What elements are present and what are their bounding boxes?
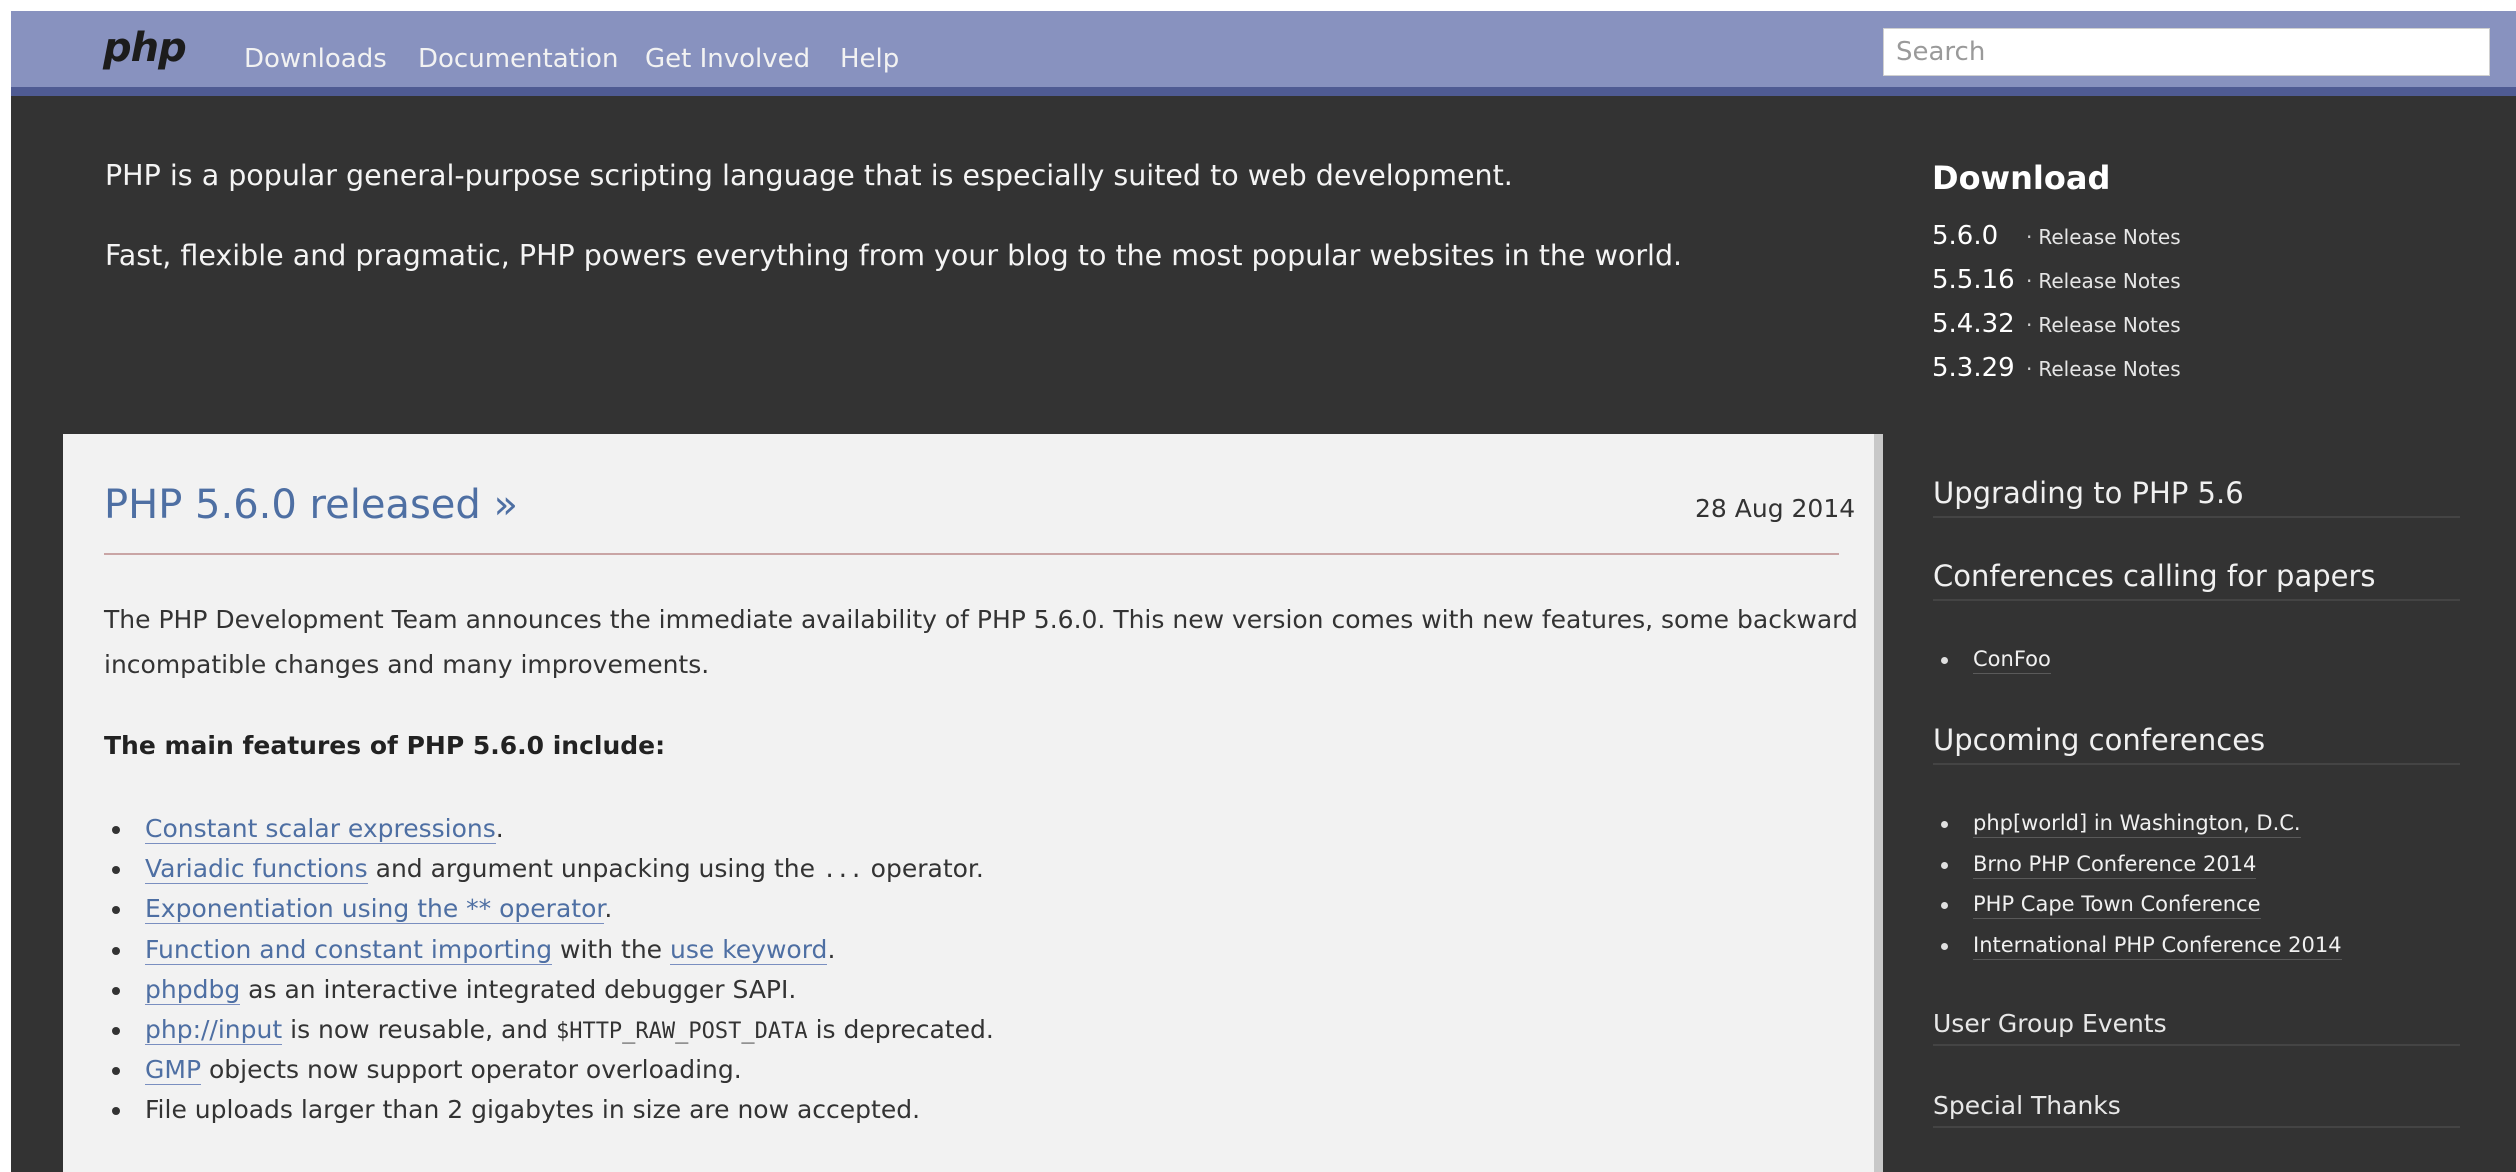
feature-text: . bbox=[604, 894, 613, 924]
feature-link[interactable]: phpdbg bbox=[145, 974, 241, 1005]
upgrading-link[interactable]: Upgrading to PHP 5.6 bbox=[1933, 476, 2460, 518]
feature-text: objects now support operator overloading… bbox=[201, 1055, 742, 1085]
feature-item: php://input is now reusable, and $HTTP_R… bbox=[104, 1014, 1804, 1055]
list-item[interactable]: International PHP Conference 2014 bbox=[1933, 932, 2342, 974]
feature-item: Variadic functions and argument unpackin… bbox=[104, 854, 1804, 894]
feature-text: . bbox=[827, 934, 836, 964]
feature-text: and argument unpacking using the bbox=[367, 854, 823, 884]
feature-link[interactable]: Function and constant importing bbox=[145, 934, 553, 965]
download-row: 5.6.0 · Release Notes bbox=[1932, 221, 2181, 251]
release-notes-link[interactable]: Release Notes bbox=[2038, 357, 2180, 381]
news-divider bbox=[104, 553, 1839, 555]
intro-text-1: PHP is a popular general-purpose scripti… bbox=[105, 159, 1513, 192]
list-item[interactable]: php[world] in Washington, D.C. bbox=[1933, 811, 2342, 852]
sidebar: Download 5.6.0 · Release Notes 5.5.16 · Rele… bbox=[1922, 11, 2482, 1172]
feature-link[interactable]: GMP bbox=[145, 1055, 202, 1086]
nav-link-get-involved[interactable]: Get Involved bbox=[645, 44, 810, 74]
feature-item: Constant scalar expressions. bbox=[104, 814, 1804, 854]
list-item[interactable]: PHP Cape Town Conference bbox=[1933, 892, 2342, 933]
release-notes-link[interactable]: Release Notes bbox=[2038, 269, 2180, 293]
conference-link[interactable]: PHP Cape Town Conference bbox=[1973, 892, 2261, 919]
cfp-list: ConFoo bbox=[1933, 647, 2051, 688]
news-date: 28 Aug 2014 bbox=[1695, 494, 1856, 523]
download-row: 5.5.16 · Release Notes bbox=[1932, 265, 2181, 295]
feature-item: Exponentiation using the ** operator. bbox=[104, 894, 1804, 934]
features-heading: The main features of PHP 5.6.0 include: bbox=[104, 731, 666, 760]
download-row: 5.4.32 · Release Notes bbox=[1932, 309, 2181, 339]
upcoming-heading: Upcoming conferences bbox=[1933, 723, 2460, 765]
special-thanks-link[interactable]: Special Thanks bbox=[1933, 1091, 2460, 1128]
feature-text: as an interactive integrated debugger SA… bbox=[240, 974, 797, 1004]
user-group-events-link[interactable]: User Group Events bbox=[1933, 1009, 2460, 1046]
download-version-link[interactable]: 5.3.29 bbox=[1932, 353, 2026, 383]
feature-item: File uploads larger than 2 gigabytes in … bbox=[104, 1095, 1804, 1135]
download-row: 5.3.29 · Release Notes bbox=[1932, 353, 2181, 383]
feature-item: GMP objects now support operator overloa… bbox=[104, 1055, 1804, 1095]
nav-link-help[interactable]: Help bbox=[840, 44, 899, 74]
list-item[interactable]: Brno PHP Conference 2014 bbox=[1933, 851, 2342, 893]
download-version-link[interactable]: 5.4.32 bbox=[1932, 309, 2026, 339]
feature-item: Function and constant importing with the… bbox=[104, 934, 1804, 975]
feature-link[interactable]: Constant scalar expressions bbox=[145, 814, 496, 844]
download-version-link[interactable]: 5.6.0 bbox=[1932, 221, 2026, 251]
news-paragraph-line-1: The PHP Development Team announces the i… bbox=[104, 605, 1858, 634]
feature-link[interactable]: Exponentiation using the ** operator bbox=[145, 894, 605, 925]
feature-text: . bbox=[495, 814, 504, 843]
news-panel: PHP 5.6.0 released » 28 Aug 2014 The PHP… bbox=[63, 434, 1883, 1172]
feature-code: ... bbox=[822, 858, 863, 884]
conference-link[interactable]: Brno PHP Conference 2014 bbox=[1973, 851, 2257, 879]
nav-link-downloads[interactable]: Downloads bbox=[244, 44, 387, 74]
upcoming-list: php[world] in Washington, D.C. Brno PHP … bbox=[1933, 811, 2342, 973]
conference-link[interactable]: ConFoo bbox=[1973, 647, 2051, 674]
download-heading: Download bbox=[1932, 159, 2111, 197]
conference-link[interactable]: International PHP Conference 2014 bbox=[1973, 932, 2342, 960]
feature-text: is now reusable, and bbox=[282, 1014, 556, 1044]
conference-link[interactable]: php[world] in Washington, D.C. bbox=[1973, 811, 2301, 838]
download-version-link[interactable]: 5.5.16 bbox=[1932, 265, 2026, 295]
feature-link[interactable]: use keyword bbox=[670, 934, 828, 965]
feature-text: operator. bbox=[862, 854, 984, 884]
intro-text-2: Fast, flexible and pragmatic, PHP powers… bbox=[105, 239, 1683, 272]
bullet-separator: · bbox=[2026, 225, 2033, 249]
list-item[interactable]: ConFoo bbox=[1933, 647, 2051, 688]
bullet-separator: · bbox=[2026, 357, 2033, 381]
features-list: Constant scalar expressions. Variadic fu… bbox=[104, 814, 1804, 1136]
bullet-separator: · bbox=[2026, 269, 2033, 293]
feature-text: with the bbox=[552, 934, 671, 964]
browser-page: php Downloads Documentation Get Involved… bbox=[11, 11, 2516, 1172]
bullet-separator: · bbox=[2026, 313, 2033, 337]
feature-text: File uploads larger than 2 gigabytes in … bbox=[145, 1095, 921, 1125]
php-logo[interactable]: php bbox=[103, 25, 187, 71]
release-notes-link[interactable]: Release Notes bbox=[2038, 313, 2180, 337]
release-notes-link[interactable]: Release Notes bbox=[2038, 225, 2180, 249]
feature-item: phpdbg as an interactive integrated debu… bbox=[104, 974, 1804, 1015]
news-title-link[interactable]: PHP 5.6.0 released » bbox=[104, 482, 518, 528]
feature-link[interactable]: php://input bbox=[145, 1014, 283, 1045]
nav-link-documentation[interactable]: Documentation bbox=[418, 44, 618, 74]
news-paragraph-line-2: incompatible changes and many improvemen… bbox=[104, 650, 710, 679]
feature-text: is deprecated. bbox=[807, 1014, 994, 1044]
feature-link[interactable]: Variadic functions bbox=[145, 854, 368, 885]
cfp-heading: Conferences calling for papers bbox=[1933, 559, 2460, 601]
feature-code: $HTTP_RAW_POST_DATA bbox=[555, 1018, 808, 1044]
